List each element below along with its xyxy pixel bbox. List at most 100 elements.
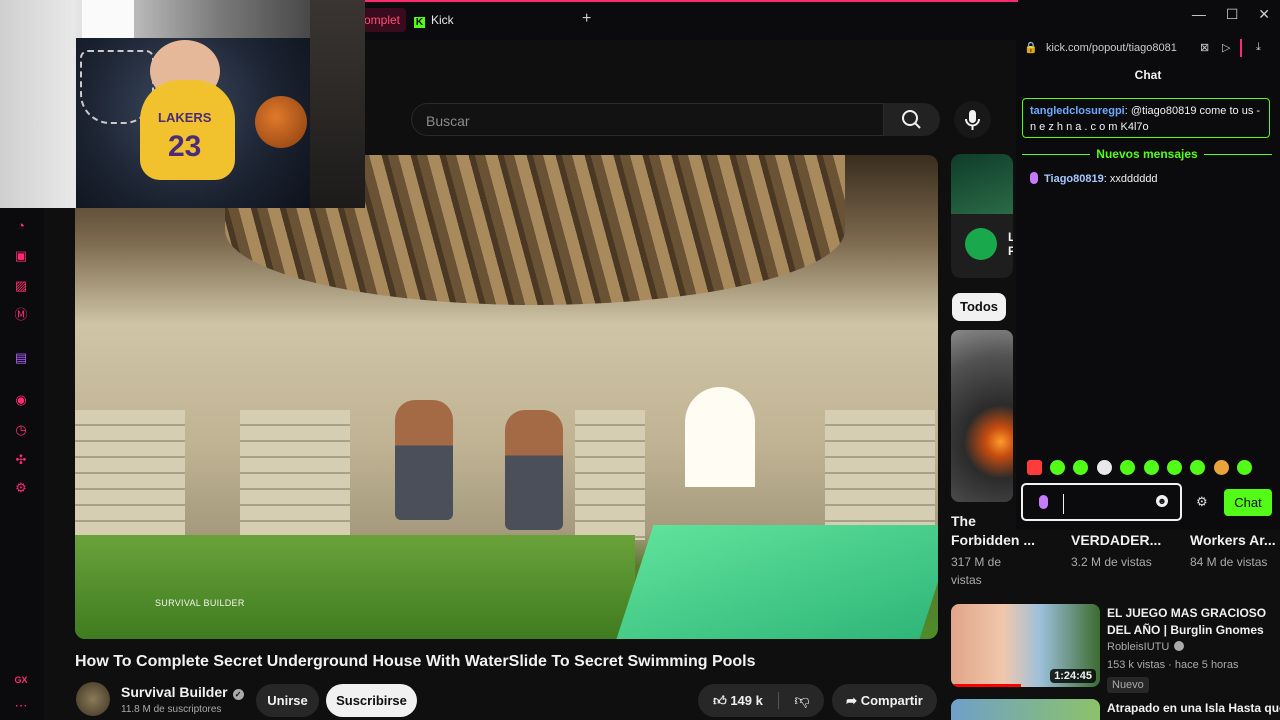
video-frame-person (505, 410, 563, 530)
chat-message-user[interactable]: Tiago80819 (1044, 173, 1104, 185)
video-frame-pool (616, 525, 938, 639)
short-thumbnail[interactable] (951, 330, 1013, 502)
video-player[interactable] (75, 155, 938, 639)
dislike-button[interactable]: 👎︎ (780, 684, 824, 717)
emoji-icon[interactable]: ☻ (1156, 495, 1168, 507)
emote-icon[interactable] (1214, 460, 1229, 475)
channel-avatar[interactable] (76, 682, 110, 716)
new-badge: Nuevo (1107, 677, 1149, 693)
emote-icon[interactable] (1097, 460, 1112, 475)
close-window-button[interactable]: ✕ (1258, 6, 1270, 22)
history-icon[interactable]: ◷ (12, 421, 30, 439)
chat-input[interactable] (1063, 494, 1158, 514)
spotify-icon[interactable]: ◉ (12, 391, 30, 409)
emote-icon[interactable] (1027, 460, 1042, 475)
toolbar-separator (1240, 39, 1242, 57)
like-separator (778, 692, 779, 709)
webcam-overlay: LAKERS 23 (0, 0, 365, 208)
search-box[interactable] (411, 103, 884, 137)
search-input[interactable] (412, 104, 868, 137)
video-frame-wall (240, 410, 350, 540)
maximize-button[interactable]: ☐ (1226, 6, 1239, 22)
emote-icon[interactable] (1073, 460, 1088, 475)
gx-logo-icon[interactable]: GX (12, 671, 30, 689)
like-button[interactable]: 👍︎ 149 k (698, 684, 778, 717)
thumbs-up-icon: 👍︎ (713, 693, 731, 708)
video-watermark: SURVIVAL BUILDER (155, 598, 245, 608)
short-title-line2: Forbidden ... (951, 532, 1035, 548)
pinned-message[interactable]: tangledclosuregpi: @tiago80819 come to u… (1022, 98, 1270, 138)
gx-corner-icon[interactable]: ▨ (12, 277, 30, 295)
extensions-icon[interactable]: ✣ (12, 451, 30, 469)
new-messages-divider[interactable]: Nuevos mensajes (1022, 147, 1272, 161)
twitch-icon[interactable]: ▤ (12, 349, 30, 367)
channel-name[interactable]: Survival Builder ✓ (121, 684, 244, 700)
short-views-line2: vistas (951, 573, 982, 587)
short-title[interactable]: VERDADER... (1071, 531, 1161, 550)
video-title: How To Complete Secret Underground House… (75, 653, 756, 670)
emote-icon[interactable] (1050, 460, 1065, 475)
emote-icon[interactable] (1190, 460, 1205, 475)
window-controls: — ☐ ✕ (1176, 6, 1270, 23)
short-title[interactable]: Workers Ar... (1190, 531, 1276, 550)
chat-input-box[interactable]: ☻ (1021, 483, 1182, 521)
browser-tab-complete[interactable]: omplet (358, 8, 406, 32)
speed-dial-icon[interactable]: ◔ (12, 217, 30, 235)
microphone-icon[interactable] (1039, 495, 1048, 509)
like-count: 149 k (730, 693, 763, 708)
chat-settings-gear-icon[interactable]: ⚙ (1196, 494, 1208, 510)
emote-icon[interactable] (1237, 460, 1252, 475)
video-title-link[interactable]: Atrapado en una Isla Hasta que (1107, 701, 1280, 715)
store-icon[interactable]: ▣ (12, 247, 30, 265)
short-title-line1: The (951, 513, 976, 529)
send-icon[interactable]: ▷ (1222, 41, 1230, 54)
minimize-button[interactable]: — (1192, 6, 1206, 22)
filter-chip-all[interactable]: Todos (952, 293, 1006, 321)
verified-icon: ✓ (232, 689, 244, 700)
join-button[interactable]: Unirse (256, 684, 319, 717)
video-duration: 1:24:45 (1050, 669, 1096, 683)
short-views: 317 M de vistas (951, 553, 1001, 589)
emote-icon[interactable] (1120, 460, 1135, 475)
share-label: Compartir (860, 693, 923, 708)
browser-tab-kick[interactable]: K Kick (414, 8, 454, 32)
new-messages-label: Nuevos mensajes (1022, 147, 1272, 161)
video-thumbnail[interactable] (951, 699, 1100, 720)
messenger-icon[interactable]: Ⓜ (12, 306, 30, 324)
tab-kick-label: Kick (431, 13, 454, 27)
subscribe-button[interactable]: Suscribirse (326, 684, 417, 717)
shield-icon[interactable]: ⊠ (1200, 41, 1209, 54)
video-frame-wall (575, 410, 645, 540)
browser-sidebar: ◔ ▣ ▨ Ⓜ ▤ ◉ ◷ ✣ ⚙ GX ⋯ (0, 205, 44, 720)
ad-logo (965, 228, 997, 260)
chat-message-text: : xxdddddd (1103, 173, 1158, 185)
video-thumbnail[interactable]: 1:24:45 (951, 604, 1100, 687)
voice-search-button[interactable] (954, 101, 991, 138)
share-button[interactable]: ➦ Compartir (832, 684, 937, 717)
emote-icon[interactable] (1167, 460, 1182, 475)
download-icon[interactable]: ⤓ (1256, 41, 1261, 54)
jersey-number: 23 (168, 130, 202, 163)
short-views: 3.2 M de vistas (1071, 555, 1152, 569)
search-button[interactable] (884, 103, 940, 136)
emote-icon[interactable] (1144, 460, 1159, 475)
settings-gear-icon[interactable]: ⚙ (12, 479, 30, 497)
more-icon[interactable]: ⋯ (12, 697, 30, 715)
video-title-link[interactable]: EL JUEGO MAS GRACIOSO DEL AÑO | Burglin … (1107, 605, 1280, 639)
new-tab-button[interactable]: + (582, 10, 591, 28)
verified-icon (1174, 641, 1185, 651)
lock-icon: 🔒 (1024, 42, 1038, 54)
ad-text-line1: L (1008, 230, 1013, 244)
video-meta: 153 k vistas · hace 5 horas (1107, 659, 1239, 671)
video-channel[interactable]: RobleisIUTU (1107, 641, 1185, 653)
ad-card[interactable]: LF (951, 154, 1013, 278)
chat-send-button[interactable]: Chat (1224, 489, 1272, 516)
popout-address-bar[interactable]: 🔒 kick.com/popout/tiago8081 ⊠ ▷ ⤓ (1016, 38, 1280, 60)
pinned-user[interactable]: tangledclosuregpi (1030, 105, 1125, 117)
short-views-line1: 317 M de (951, 555, 1002, 569)
subscriber-count: 11.8 M de suscriptores (121, 704, 222, 715)
share-icon: ➦ (846, 693, 861, 708)
video-frame-doorway (685, 387, 755, 487)
ad-text-line2: F (1008, 244, 1013, 258)
short-views: 84 M de vistas (1190, 555, 1268, 569)
